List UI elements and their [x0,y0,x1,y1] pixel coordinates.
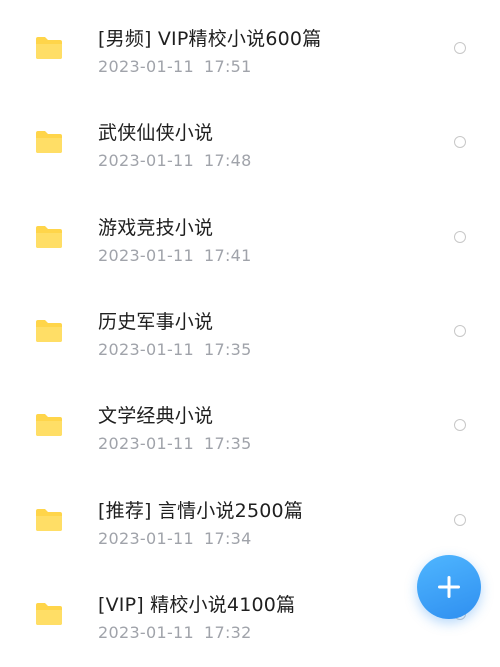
folder-date: 2023-01-11 17:41 [98,246,252,265]
date-text: 2023-01-11 [98,246,194,265]
select-radio[interactable] [454,514,466,526]
select-radio[interactable] [454,325,466,337]
folder-name: [推荐] 言情小说2500篇 [98,500,304,522]
add-button[interactable] [417,555,481,619]
folder-list: [男频] VIP精校小说600篇 2023-01-11 17:51 武侠仙侠小说 … [0,0,500,667]
folder-icon [34,602,64,626]
select-radio[interactable] [454,419,466,431]
folder-icon [34,319,64,343]
date-text: 2023-01-11 [98,623,194,642]
folder-date: 2023-01-11 17:34 [98,529,252,548]
date-text: 2023-01-11 [98,340,194,359]
time-text: 17:48 [203,151,252,170]
folder-name: [男频] VIP精校小说600篇 [98,28,322,50]
folder-icon [34,36,64,60]
time-text: 17:35 [203,340,252,359]
date-text: 2023-01-11 [98,151,194,170]
plus-icon [436,574,462,600]
select-radio[interactable] [454,42,466,54]
folder-icon [34,413,64,437]
time-text: 17:34 [203,529,252,548]
time-text: 17:32 [203,623,252,642]
date-text: 2023-01-11 [98,57,194,76]
folder-date: 2023-01-11 17:32 [98,623,252,642]
time-text: 17:41 [203,246,252,265]
folder-name: 文学经典小说 [98,405,214,427]
folder-date: 2023-01-11 17:35 [98,434,252,453]
list-item[interactable]: 文学经典小说 2023-01-11 17:35 [0,377,500,471]
folder-icon [34,130,64,154]
date-text: 2023-01-11 [98,529,194,548]
list-item[interactable]: 游戏竞技小说 2023-01-11 17:41 [0,189,500,283]
time-text: 17:51 [203,57,252,76]
list-item[interactable]: 历史军事小说 2023-01-11 17:35 [0,283,500,377]
folder-icon [34,225,64,249]
date-text: 2023-01-11 [98,434,194,453]
list-item[interactable]: [男频] VIP精校小说600篇 2023-01-11 17:51 [0,0,500,94]
time-text: 17:35 [203,434,252,453]
select-radio[interactable] [454,231,466,243]
folder-name: 游戏竞技小说 [98,217,214,239]
folder-icon [34,508,64,532]
folder-date: 2023-01-11 17:51 [98,57,252,76]
folder-date: 2023-01-11 17:48 [98,151,252,170]
select-radio[interactable] [454,136,466,148]
folder-name: 武侠仙侠小说 [98,122,214,144]
list-item[interactable]: 武侠仙侠小说 2023-01-11 17:48 [0,94,500,188]
folder-name: 历史军事小说 [98,311,214,333]
folder-name: [VIP] 精校小说4100篇 [98,594,296,616]
list-item[interactable]: [推荐] 言情小说2500篇 2023-01-11 17:34 [0,472,500,566]
folder-date: 2023-01-11 17:35 [98,340,252,359]
